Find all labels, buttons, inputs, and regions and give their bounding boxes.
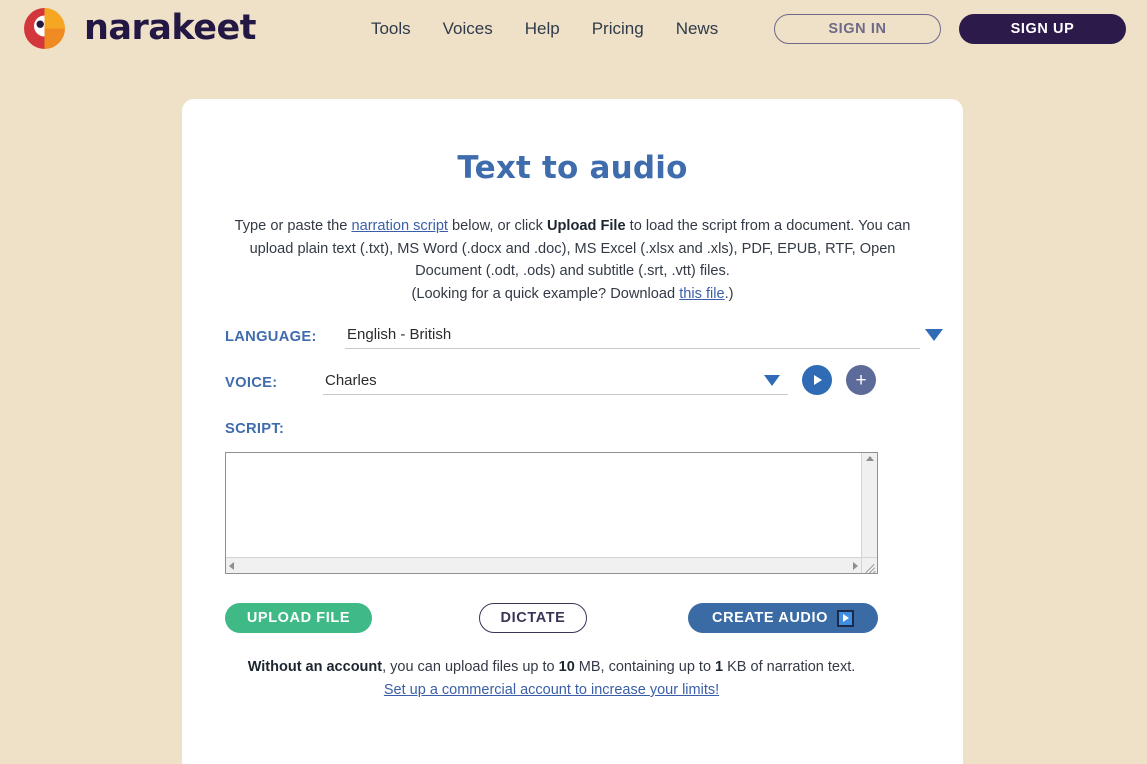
intro-example-line: (Looking for a quick example? Download t… — [225, 283, 920, 306]
script-input[interactable] — [226, 453, 861, 573]
action-buttons: UPLOAD FILE DICTATE CREATE AUDIO — [225, 603, 878, 633]
voice-preview-button[interactable] — [802, 365, 832, 395]
create-audio-label: CREATE AUDIO — [712, 610, 828, 626]
script-horizontal-scrollbar[interactable] — [226, 557, 861, 573]
script-vertical-scrollbar[interactable] — [861, 453, 877, 573]
auth-area: SIGN IN SIGN UP — [774, 13, 1126, 44]
nav-item-voices[interactable]: Voices — [443, 19, 493, 39]
commercial-account-link[interactable]: Set up a commercial account to increase … — [384, 682, 719, 698]
scroll-left-icon[interactable] — [229, 561, 234, 570]
nav-item-tools[interactable]: Tools — [371, 19, 411, 39]
chevron-down-icon[interactable] — [925, 328, 943, 341]
scroll-up-icon[interactable] — [865, 456, 874, 461]
limits-size-value: 10 — [558, 659, 575, 675]
limits-without-account: Without an account — [247, 659, 383, 675]
narration-script-link[interactable]: narration script — [351, 218, 448, 234]
play-icon — [836, 609, 854, 627]
intro-text-5: .) — [724, 285, 734, 302]
limits-text-3: KB of narration text. — [723, 659, 856, 675]
intro-text-4: (Looking for a quick example? Download — [411, 285, 680, 302]
intro-paragraph: Type or paste the narration script below… — [225, 215, 920, 283]
intro-text-1: Type or paste the — [234, 218, 352, 234]
plus-icon: + — [855, 369, 867, 391]
voice-row: VOICE: Charles + — [225, 365, 920, 395]
this-file-link[interactable]: this file — [679, 286, 724, 302]
nav-item-pricing[interactable]: Pricing — [592, 19, 644, 39]
sign-up-button[interactable]: SIGN UP — [959, 13, 1126, 44]
account-limits-text: Without an account, you can upload files… — [225, 656, 878, 702]
nav-item-news[interactable]: News — [676, 19, 719, 39]
site-header: narakeet Tools Voices Help Pricing News … — [0, 0, 1147, 57]
page-title: Text to audio — [457, 150, 688, 186]
create-audio-button[interactable]: CREATE AUDIO — [688, 603, 878, 633]
limits-text-2: MB, containing up to — [574, 659, 716, 675]
script-textarea-container — [225, 452, 878, 574]
language-selected-value: English - British — [347, 326, 452, 343]
brand-name: narakeet — [84, 8, 256, 48]
main-nav: Tools Voices Help Pricing News — [371, 19, 718, 39]
parrot-logo-icon — [21, 5, 68, 52]
upload-file-button[interactable]: UPLOAD FILE — [225, 603, 372, 633]
chevron-down-icon[interactable] — [764, 375, 780, 386]
limits-text-value: 1 — [715, 659, 724, 675]
voice-label: VOICE: — [225, 375, 278, 391]
brand-logo-link[interactable]: narakeet — [21, 5, 256, 52]
resize-handle-icon[interactable] — [861, 557, 877, 573]
intro-upload-file-emphasis: Upload File — [546, 218, 626, 234]
dictate-button[interactable]: DICTATE — [479, 603, 587, 633]
scroll-right-icon[interactable] — [853, 561, 858, 570]
voice-select[interactable]: Charles — [323, 367, 788, 395]
limits-text-1: , you can upload files up to — [382, 659, 559, 675]
language-label: LANGUAGE: — [225, 329, 317, 345]
add-voice-button[interactable]: + — [846, 365, 876, 395]
play-icon — [814, 375, 822, 385]
text-to-audio-card: Text to audio Type or paste the narratio… — [182, 99, 963, 764]
intro-text-2: below, or click — [448, 218, 547, 234]
sign-in-button[interactable]: SIGN IN — [774, 13, 941, 44]
nav-item-help[interactable]: Help — [525, 19, 560, 39]
language-row: LANGUAGE: English - British — [225, 321, 943, 349]
language-select[interactable]: English - British — [345, 321, 943, 349]
voice-selected-value: Charles — [325, 372, 377, 389]
script-label: SCRIPT: — [225, 421, 285, 437]
